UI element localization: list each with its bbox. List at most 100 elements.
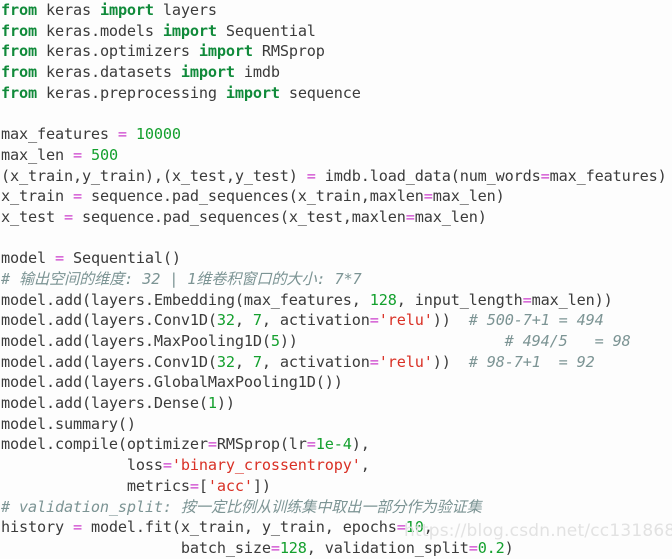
code-token-num: 32 — [216, 311, 235, 330]
code-token-txt: model.add(layers.Embedding(max_features, — [1, 290, 370, 309]
code-line: from keras.preprocessing import sequence — [0, 83, 672, 104]
code-token-txt: , validation_split — [306, 538, 469, 557]
code-token-txt: max_features) — [549, 166, 667, 185]
code-line: x_test = sequence.pad_sequences(x_test,m… — [0, 207, 672, 228]
code-token-txt: sequence.pad_sequences(x_train,maxlen — [81, 187, 424, 206]
code-token-txt: , activation — [261, 311, 370, 330]
code-token-txt: max_len)) — [531, 290, 613, 309]
code-token-op: = — [405, 207, 415, 226]
code-token-op: = — [72, 145, 82, 164]
code-token-txt: loss — [1, 456, 163, 475]
code-token-num: 0.2 — [477, 538, 505, 557]
code-token-str: 'acc' — [207, 476, 253, 495]
code-token-txt: [ — [198, 476, 208, 495]
code-token-num: 10 — [405, 518, 424, 537]
code-token-op: = — [63, 207, 73, 226]
code-token-kw: from — [1, 21, 37, 40]
code-token-txt: , — [234, 311, 253, 330]
code-token-op: = — [522, 290, 532, 309]
code-token-num: 1e-4 — [315, 435, 352, 454]
code-line: loss='binary_crossentropy', — [0, 455, 672, 476]
code-token-num: 500 — [90, 145, 118, 164]
code-token-txt: sequence.pad_sequences(x_test,maxlen — [72, 207, 406, 226]
code-line: model.summary() — [0, 414, 672, 435]
code-token-txt: keras — [36, 1, 100, 19]
code-token-cmt: # validation_split: 按一定比例从训练集中取出一部分作为验证集 — [1, 497, 482, 516]
code-token-txt: max_len — [1, 145, 73, 164]
code-token-txt: Sequential() — [63, 249, 181, 268]
code-token-txt: max_len) — [414, 207, 487, 226]
code-token-num: 5 — [270, 332, 280, 350]
code-token-txt: sequence — [279, 83, 361, 102]
code-token-txt: , — [360, 456, 370, 475]
code-token-op: = — [468, 538, 478, 557]
code-token-txt: model.add(layers.Conv1D( — [1, 352, 217, 371]
code-lines-container: from keras import layers from keras.model… — [0, 0, 672, 559]
code-token-txt: max_len) — [432, 187, 505, 206]
code-token-txt: )) — [216, 394, 235, 413]
code-token-txt: model.add(layers.MaxPooling1D( — [1, 332, 271, 350]
code-token-kw: import — [225, 83, 280, 102]
code-line: from keras.datasets import imdb — [0, 62, 672, 83]
code-token-txt: keras.optimizers — [36, 42, 199, 61]
code-token-kw: import — [180, 63, 235, 82]
code-token-op: = — [72, 518, 82, 537]
code-token-op: = — [207, 435, 217, 454]
code-line: max_features = 10000 — [0, 124, 672, 145]
code-token-txt: x_train — [1, 187, 73, 206]
code-token-op: = — [189, 476, 199, 495]
code-token-txt: ), — [351, 435, 370, 454]
code-token-txt: layers — [153, 1, 217, 19]
code-token-kw: import — [162, 21, 217, 40]
code-line: from keras.optimizers import RMSprop — [0, 41, 672, 62]
code-token-num: 128 — [369, 290, 397, 309]
code-block[interactable]: from keras import layers from keras.model… — [0, 0, 672, 558]
code-token-kw: from — [1, 83, 37, 102]
code-line: # validation_split: 按一定比例从训练集中取出一部分作为验证集 — [0, 497, 672, 518]
code-token-kw: from — [1, 42, 37, 61]
code-token-txt: RMSprop — [252, 42, 325, 61]
code-line: model.compile(optimizer=RMSprop(lr=1e-4)… — [0, 434, 672, 455]
code-token-txt: , activation — [261, 352, 370, 371]
code-token-txt: model.fit(x_train, y_train, epochs — [81, 518, 397, 537]
code-token-str: 'binary_crossentropy' — [171, 456, 361, 475]
code-token-txt: )) — [432, 311, 469, 330]
code-token-op: = — [423, 187, 433, 206]
code-token-op: = — [162, 456, 172, 475]
code-line: # 输出空间的维度: 32 | 1维卷积窗口的大小: 7*7 — [0, 269, 672, 290]
code-token-kw: import — [99, 1, 154, 19]
code-token-op: = — [54, 249, 64, 268]
code-token-op: = — [72, 187, 82, 206]
code-token-str: 'relu' — [378, 311, 433, 330]
code-token-op: = — [270, 538, 280, 557]
code-token-num: 32 — [216, 352, 235, 371]
code-line: model.add(layers.Conv1D(32, 7, activatio… — [0, 352, 672, 373]
code-token-cmt: # 494/5 = 98 — [504, 332, 631, 350]
code-token-op: = — [396, 518, 406, 537]
code-line: model.add(layers.MaxPooling1D(5)) # 494/… — [0, 331, 672, 352]
code-token-op: = — [369, 352, 379, 371]
code-line: max_len = 500 — [0, 145, 672, 166]
code-token-txt: )) — [279, 332, 505, 350]
code-line: model.add(layers.Dense(1)) — [0, 393, 672, 414]
code-token-op: = — [117, 125, 127, 144]
code-token-txt: x_test — [1, 207, 64, 226]
code-line: history = model.fit(x_train, y_train, ep… — [0, 517, 672, 538]
code-token-op: = — [306, 435, 316, 454]
code-token-txt: ]) — [252, 476, 271, 495]
code-token-txt: keras.datasets — [36, 63, 181, 82]
code-token-txt: imdb.load_data(num_words — [315, 166, 541, 185]
code-line: x_train = sequence.pad_sequences(x_train… — [0, 186, 672, 207]
code-token-kw: from — [1, 63, 37, 82]
code-line: from keras.models import Sequential — [0, 21, 672, 42]
code-token-txt: model.compile(optimizer — [1, 435, 208, 454]
code-line: metrics=['acc']) — [0, 476, 672, 497]
code-token-kw: import — [198, 42, 253, 61]
code-line: model.add(layers.GlobalMaxPooling1D()) — [0, 372, 672, 393]
code-line: (x_train,y_train),(x_test,y_test) = imdb… — [0, 166, 672, 187]
code-token-txt: history — [1, 518, 73, 537]
code-token-txt: )) — [432, 352, 469, 371]
